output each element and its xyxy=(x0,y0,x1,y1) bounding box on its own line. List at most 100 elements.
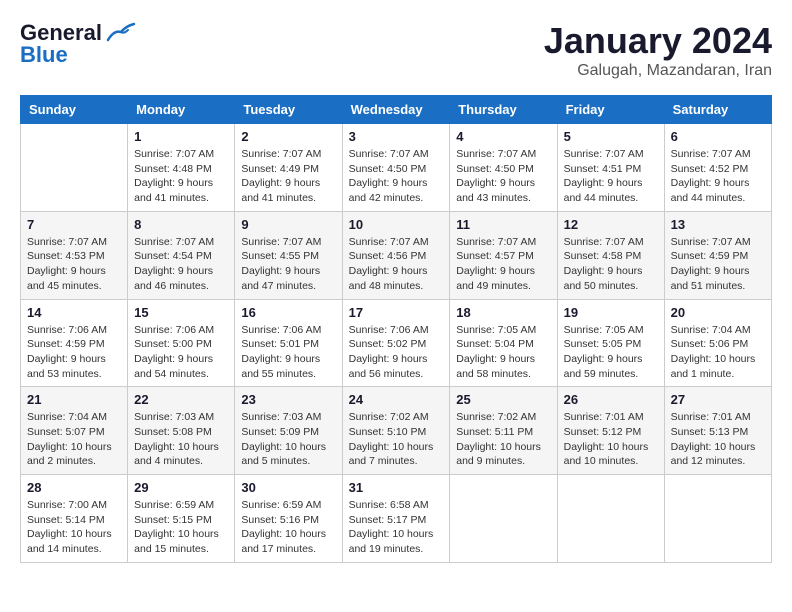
day-number: 21 xyxy=(27,392,121,407)
calendar-week-1: 1 Sunrise: 7:07 AMSunset: 4:48 PMDaylight… xyxy=(21,124,772,212)
day-info: Sunrise: 7:00 AMSunset: 5:14 PMDaylight:… xyxy=(27,498,121,557)
logo-blue-text: Blue xyxy=(20,42,68,68)
calendar-cell: 22 Sunrise: 7:03 AMSunset: 5:08 PMDayligh… xyxy=(128,387,235,475)
calendar-cell: 17 Sunrise: 7:06 AMSunset: 5:02 PMDayligh… xyxy=(342,299,450,387)
calendar-cell: 29 Sunrise: 6:59 AMSunset: 5:15 PMDayligh… xyxy=(128,475,235,563)
day-info: Sunrise: 7:03 AMSunset: 5:08 PMDaylight:… xyxy=(134,410,228,469)
logo-bird-icon xyxy=(106,22,136,44)
day-info: Sunrise: 7:06 AMSunset: 5:00 PMDaylight:… xyxy=(134,323,228,382)
calendar-cell: 13 Sunrise: 7:07 AMSunset: 4:59 PMDayligh… xyxy=(664,211,771,299)
calendar-cell: 24 Sunrise: 7:02 AMSunset: 5:10 PMDayligh… xyxy=(342,387,450,475)
page-title: January 2024 xyxy=(544,20,772,62)
calendar-cell: 18 Sunrise: 7:05 AMSunset: 5:04 PMDayligh… xyxy=(450,299,557,387)
title-area: January 2024 Galugah, Mazandaran, Iran xyxy=(544,20,772,80)
day-number: 9 xyxy=(241,217,335,232)
day-number: 11 xyxy=(456,217,550,232)
day-number: 4 xyxy=(456,129,550,144)
day-info: Sunrise: 7:07 AMSunset: 4:56 PMDaylight:… xyxy=(349,235,444,294)
day-info: Sunrise: 7:06 AMSunset: 5:02 PMDaylight:… xyxy=(349,323,444,382)
day-info: Sunrise: 7:07 AMSunset: 4:53 PMDaylight:… xyxy=(27,235,121,294)
day-info: Sunrise: 7:06 AMSunset: 4:59 PMDaylight:… xyxy=(27,323,121,382)
day-info: Sunrise: 6:59 AMSunset: 5:15 PMDaylight:… xyxy=(134,498,228,557)
day-info: Sunrise: 7:07 AMSunset: 4:58 PMDaylight:… xyxy=(564,235,658,294)
calendar-week-4: 21 Sunrise: 7:04 AMSunset: 5:07 PMDayligh… xyxy=(21,387,772,475)
col-header-monday: Monday xyxy=(128,96,235,124)
day-info: Sunrise: 7:02 AMSunset: 5:11 PMDaylight:… xyxy=(456,410,550,469)
calendar-cell: 3Sunrise: 7:07 AMSunset: 4:50 PMDaylight… xyxy=(342,124,450,212)
calendar-table: SundayMondayTuesdayWednesdayThursdayFrid… xyxy=(20,95,772,563)
day-info: Sunrise: 7:07 AMSunset: 4:57 PMDaylight:… xyxy=(456,235,550,294)
day-info: Sunrise: 7:07 AMSunset: 4:55 PMDaylight:… xyxy=(241,235,335,294)
calendar-cell: 25Sunrise: 7:02 AMSunset: 5:11 PMDayligh… xyxy=(450,387,557,475)
day-number: 7 xyxy=(27,217,121,232)
calendar-week-2: 7 Sunrise: 7:07 AMSunset: 4:53 PMDaylight… xyxy=(21,211,772,299)
day-number: 15 xyxy=(134,305,228,320)
page-header: General Blue January 2024 Galugah, Mazan… xyxy=(20,20,772,80)
day-number: 2 xyxy=(241,129,335,144)
day-number: 23 xyxy=(241,392,335,407)
day-info: Sunrise: 7:04 AMSunset: 5:07 PMDaylight:… xyxy=(27,410,121,469)
calendar-cell xyxy=(557,475,664,563)
calendar-cell: 30 Sunrise: 6:59 AMSunset: 5:16 PMDayligh… xyxy=(235,475,342,563)
calendar-cell xyxy=(450,475,557,563)
day-info: Sunrise: 6:59 AMSunset: 5:16 PMDaylight:… xyxy=(241,498,335,557)
day-number: 31 xyxy=(349,480,444,495)
col-header-sunday: Sunday xyxy=(21,96,128,124)
calendar-cell: 16Sunrise: 7:06 AMSunset: 5:01 PMDayligh… xyxy=(235,299,342,387)
calendar-week-5: 28 Sunrise: 7:00 AMSunset: 5:14 PMDayligh… xyxy=(21,475,772,563)
day-number: 28 xyxy=(27,480,121,495)
day-info: Sunrise: 7:07 AMSunset: 4:48 PMDaylight:… xyxy=(134,147,228,206)
col-header-tuesday: Tuesday xyxy=(235,96,342,124)
calendar-cell: 2 Sunrise: 7:07 AMSunset: 4:49 PMDaylight… xyxy=(235,124,342,212)
calendar-cell: 7 Sunrise: 7:07 AMSunset: 4:53 PMDaylight… xyxy=(21,211,128,299)
day-number: 12 xyxy=(564,217,658,232)
day-info: Sunrise: 7:07 AMSunset: 4:50 PMDaylight:… xyxy=(456,147,550,206)
day-number: 24 xyxy=(349,392,444,407)
calendar-cell: 27 Sunrise: 7:01 AMSunset: 5:13 PMDayligh… xyxy=(664,387,771,475)
calendar-cell: 5 Sunrise: 7:07 AMSunset: 4:51 PMDaylight… xyxy=(557,124,664,212)
calendar-cell: 31Sunrise: 6:58 AMSunset: 5:17 PMDayligh… xyxy=(342,475,450,563)
day-number: 10 xyxy=(349,217,444,232)
day-info: Sunrise: 7:07 AMSunset: 4:54 PMDaylight:… xyxy=(134,235,228,294)
day-info: Sunrise: 7:04 AMSunset: 5:06 PMDaylight:… xyxy=(671,323,765,382)
calendar-cell xyxy=(21,124,128,212)
day-number: 29 xyxy=(134,480,228,495)
day-number: 5 xyxy=(564,129,658,144)
day-number: 17 xyxy=(349,305,444,320)
calendar-week-3: 14 Sunrise: 7:06 AMSunset: 4:59 PMDayligh… xyxy=(21,299,772,387)
day-number: 1 xyxy=(134,129,228,144)
day-info: Sunrise: 7:02 AMSunset: 5:10 PMDaylight:… xyxy=(349,410,444,469)
day-number: 13 xyxy=(671,217,765,232)
calendar-cell: 12 Sunrise: 7:07 AMSunset: 4:58 PMDayligh… xyxy=(557,211,664,299)
day-info: Sunrise: 7:05 AMSunset: 5:04 PMDaylight:… xyxy=(456,323,550,382)
day-number: 8 xyxy=(134,217,228,232)
day-number: 30 xyxy=(241,480,335,495)
day-number: 14 xyxy=(27,305,121,320)
day-number: 19 xyxy=(564,305,658,320)
calendar-cell: 19Sunrise: 7:05 AMSunset: 5:05 PMDayligh… xyxy=(557,299,664,387)
calendar-header-row: SundayMondayTuesdayWednesdayThursdayFrid… xyxy=(21,96,772,124)
page-subtitle: Galugah, Mazandaran, Iran xyxy=(544,62,772,80)
day-info: Sunrise: 7:07 AMSunset: 4:59 PMDaylight:… xyxy=(671,235,765,294)
calendar-cell xyxy=(664,475,771,563)
col-header-wednesday: Wednesday xyxy=(342,96,450,124)
day-info: Sunrise: 7:01 AMSunset: 5:13 PMDaylight:… xyxy=(671,410,765,469)
calendar-cell: 21 Sunrise: 7:04 AMSunset: 5:07 PMDayligh… xyxy=(21,387,128,475)
day-number: 26 xyxy=(564,392,658,407)
calendar-cell: 20Sunrise: 7:04 AMSunset: 5:06 PMDayligh… xyxy=(664,299,771,387)
day-number: 18 xyxy=(456,305,550,320)
calendar-cell: 26Sunrise: 7:01 AMSunset: 5:12 PMDayligh… xyxy=(557,387,664,475)
calendar-cell: 9 Sunrise: 7:07 AMSunset: 4:55 PMDaylight… xyxy=(235,211,342,299)
logo: General Blue xyxy=(20,20,136,68)
day-info: Sunrise: 7:03 AMSunset: 5:09 PMDaylight:… xyxy=(241,410,335,469)
day-info: Sunrise: 7:07 AMSunset: 4:51 PMDaylight:… xyxy=(564,147,658,206)
calendar-cell: 28 Sunrise: 7:00 AMSunset: 5:14 PMDayligh… xyxy=(21,475,128,563)
day-number: 16 xyxy=(241,305,335,320)
calendar-cell: 6Sunrise: 7:07 AMSunset: 4:52 PMDaylight… xyxy=(664,124,771,212)
day-info: Sunrise: 7:07 AMSunset: 4:49 PMDaylight:… xyxy=(241,147,335,206)
calendar-cell: 10 Sunrise: 7:07 AMSunset: 4:56 PMDayligh… xyxy=(342,211,450,299)
col-header-friday: Friday xyxy=(557,96,664,124)
day-number: 27 xyxy=(671,392,765,407)
day-info: Sunrise: 7:07 AMSunset: 4:52 PMDaylight:… xyxy=(671,147,765,206)
day-number: 22 xyxy=(134,392,228,407)
